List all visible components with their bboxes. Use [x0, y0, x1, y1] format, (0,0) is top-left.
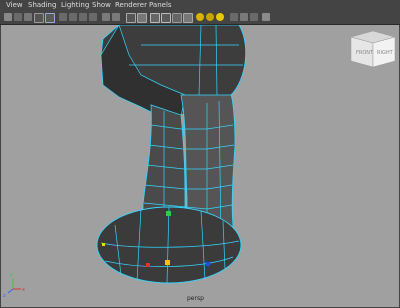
wireframe-icon[interactable] [126, 13, 136, 23]
film-gate-icon[interactable] [59, 13, 67, 21]
axis-z-label: z [3, 293, 6, 299]
menu-view[interactable]: View [6, 0, 23, 11]
safe-title-icon[interactable] [112, 13, 120, 21]
xray-joints-icon[interactable] [240, 13, 248, 21]
isolate-select-icon[interactable] [230, 13, 238, 21]
menu-show[interactable]: Show [92, 0, 111, 11]
bookmark-icon[interactable] [24, 13, 32, 21]
select-camera-icon[interactable] [4, 13, 12, 21]
menu-shading[interactable]: Shading [28, 0, 56, 11]
viewcube-front-label: FRONT [356, 50, 374, 56]
gate-mask-icon[interactable] [79, 13, 87, 21]
menu-panels[interactable]: Panels [149, 0, 172, 11]
field-chart-icon[interactable] [89, 13, 97, 21]
menu-renderer[interactable]: Renderer [115, 0, 147, 11]
panel-toolbar [0, 11, 400, 25]
smooth-shade-icon[interactable] [137, 13, 147, 23]
textured-icon[interactable] [161, 13, 171, 23]
wireframe-on-shaded-icon[interactable] [150, 13, 160, 23]
vertex-marker-green [166, 211, 171, 216]
vertex-marker-blue [206, 262, 210, 266]
xray-icon[interactable] [172, 13, 182, 23]
use-all-lights-icon[interactable] [196, 13, 204, 21]
perspective-viewport[interactable]: FRONT RIGHT y x z persp [1, 25, 399, 307]
shadows-icon[interactable] [206, 13, 214, 21]
mesh-canvas: FRONT RIGHT y x z [3, 25, 396, 299]
axis-y-label: y [10, 272, 13, 278]
axis-x-label: x [22, 287, 25, 293]
view-cube[interactable]: FRONT RIGHT [350, 30, 396, 68]
vertex-marker-yellow [165, 260, 170, 265]
image-plane-icon[interactable] [34, 13, 44, 23]
anti-alias-icon[interactable] [262, 13, 270, 21]
maya-viewport-panel: View Shading Lighting Show Renderer Pane… [0, 0, 400, 308]
camera-name-label: persp [187, 295, 204, 302]
grid-icon[interactable] [45, 13, 55, 23]
axis-gizmo: y x z [3, 272, 25, 299]
menu-lighting[interactable]: Lighting [61, 0, 89, 11]
ambient-occlusion-icon[interactable] [216, 13, 224, 21]
vertex-marker-red [146, 263, 150, 267]
motion-blur-icon[interactable] [250, 13, 258, 21]
vertex-marker-yellow-left [102, 243, 105, 246]
resolution-gate-icon[interactable] [69, 13, 77, 21]
safe-action-icon[interactable] [102, 13, 110, 21]
camera-attributes-icon[interactable] [14, 13, 22, 21]
default-lighting-icon[interactable] [183, 13, 193, 23]
panel-menubar: View Shading Lighting Show Renderer Pane… [0, 0, 400, 11]
viewcube-right-label: RIGHT [377, 50, 394, 56]
